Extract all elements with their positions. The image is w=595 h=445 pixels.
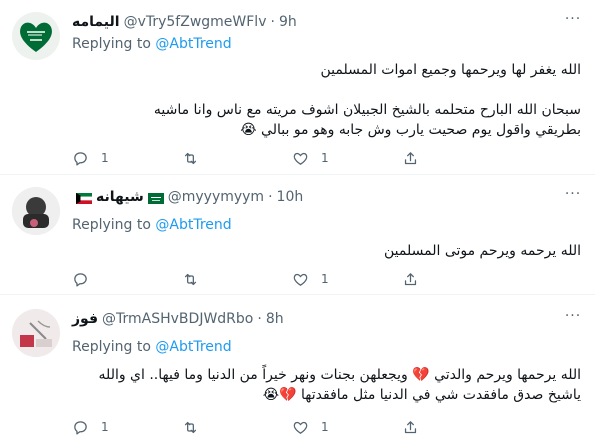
reply-icon <box>74 420 87 435</box>
retweet-button[interactable] <box>182 150 292 167</box>
separator-dot: · <box>268 189 273 205</box>
reply-button[interactable]: 1 <box>72 419 182 436</box>
reply-button[interactable] <box>72 271 182 288</box>
avatar[interactable] <box>12 309 60 357</box>
timestamp[interactable]: 8h <box>266 311 284 327</box>
share-button[interactable] <box>402 419 512 436</box>
tweet-text: الله يغفر لها ويرحمها وجميع اموات المسلم… <box>72 60 581 140</box>
replying-to-prefix: Replying to <box>72 339 156 355</box>
tweet-header: شيهانه @myyymyym · 10h <box>72 187 303 207</box>
display-name[interactable]: شيهانه <box>96 189 144 205</box>
retweet-icon <box>184 421 197 433</box>
replying-to: Replying to @AbtTrend <box>72 339 232 355</box>
replying-to-prefix: Replying to <box>72 36 156 52</box>
separator-dot: · <box>257 311 262 327</box>
like-icon <box>293 152 308 165</box>
kuwait-flag-icon <box>76 192 92 204</box>
timestamp[interactable]: 9h <box>279 14 297 30</box>
tweet[interactable]: اليمامه @vTry5fZwgmeWFlv · 9h ··· Replyi… <box>0 0 595 175</box>
tweet-text-line: الله يرحمه ويرحم موتى المسلمين <box>384 243 581 259</box>
tweet-text-line: الله يغفر لها ويرحمها وجميع اموات المسلم… <box>320 62 581 78</box>
reply-icon <box>74 151 87 166</box>
share-icon <box>404 151 417 164</box>
display-name[interactable]: فوز <box>72 311 98 327</box>
saudi-heart-avatar-icon <box>12 12 60 60</box>
tweet[interactable]: فوز @TrmASHvBDJWdRbo · 8h ··· Replying t… <box>0 297 595 445</box>
retweet-icon <box>184 273 197 285</box>
tweet-text: الله يرحمها ويرحم والدتي 💔 ويجعلهن بجنات… <box>72 365 581 405</box>
tweet-actions: 1 1 <box>72 417 512 437</box>
user-handle[interactable]: @TrmASHvBDJWdRbo <box>102 311 253 327</box>
tweet-actions: 1 <box>72 269 512 289</box>
replying-to: Replying to @AbtTrend <box>72 217 232 233</box>
replying-to: Replying to @AbtTrend <box>72 36 232 52</box>
timestamp[interactable]: 10h <box>277 189 304 205</box>
reply-icon <box>74 272 87 287</box>
mention-link[interactable]: @AbtTrend <box>155 339 231 355</box>
tweet-text-line: ياشيخ صدق مافقدت شي في الدنيا مثل مافقدت… <box>262 387 581 403</box>
like-count: 1 <box>321 272 329 286</box>
like-icon <box>293 421 308 434</box>
more-icon[interactable]: ··· <box>563 12 583 32</box>
user-handle[interactable]: @myyymyym <box>168 189 264 205</box>
like-button[interactable]: 1 <box>292 150 402 167</box>
user-handle[interactable]: @vTry5fZwgmeWFlv <box>124 14 267 30</box>
more-icon[interactable]: ··· <box>563 309 583 329</box>
avatar[interactable] <box>12 12 60 60</box>
like-count: 1 <box>321 151 329 165</box>
retweet-button[interactable] <box>182 271 292 288</box>
reply-count: 1 <box>101 151 109 165</box>
saudi-flag-icon <box>147 192 164 204</box>
like-button[interactable]: 1 <box>292 271 402 288</box>
reply-count: 1 <box>101 420 109 434</box>
replying-to-prefix: Replying to <box>72 217 156 233</box>
user-photo-avatar-icon <box>12 187 60 235</box>
display-name[interactable]: اليمامه <box>72 14 120 30</box>
retweet-icon <box>184 152 197 164</box>
mention-link[interactable]: @AbtTrend <box>155 36 231 52</box>
tweet-header: فوز @TrmASHvBDJWdRbo · 8h <box>72 309 284 329</box>
share-icon <box>404 272 417 285</box>
more-icon[interactable]: ··· <box>563 187 583 207</box>
tweet-text-line: سبحان الله البارح متحلمه بالشيخ الجبيلان… <box>153 102 581 118</box>
tweet-text-line: بطريقي واقول يوم صحيت يارب وش جابه وهو م… <box>240 122 581 138</box>
like-button[interactable]: 1 <box>292 419 402 436</box>
avatar[interactable] <box>12 187 60 235</box>
share-button[interactable] <box>402 150 512 167</box>
like-icon <box>293 273 308 286</box>
reply-button[interactable]: 1 <box>72 150 182 167</box>
tweet-header: اليمامه @vTry5fZwgmeWFlv · 9h <box>72 12 297 32</box>
user-photo-avatar-icon <box>12 309 60 357</box>
share-icon <box>404 420 417 433</box>
separator-dot: · <box>270 14 275 30</box>
mention-link[interactable]: @AbtTrend <box>155 217 231 233</box>
tweet[interactable]: شيهانه @myyymyym · 10h ··· Replying to @… <box>0 175 595 295</box>
tweet-text-line <box>72 80 581 100</box>
tweet-text: الله يرحمه ويرحم موتى المسلمين <box>72 241 581 261</box>
like-count: 1 <box>321 420 329 434</box>
share-button[interactable] <box>402 271 512 288</box>
retweet-button[interactable] <box>182 419 292 436</box>
tweet-actions: 1 1 <box>72 148 512 168</box>
tweet-text-line: الله يرحمها ويرحم والدتي 💔 ويجعلهن بجنات… <box>98 367 581 383</box>
